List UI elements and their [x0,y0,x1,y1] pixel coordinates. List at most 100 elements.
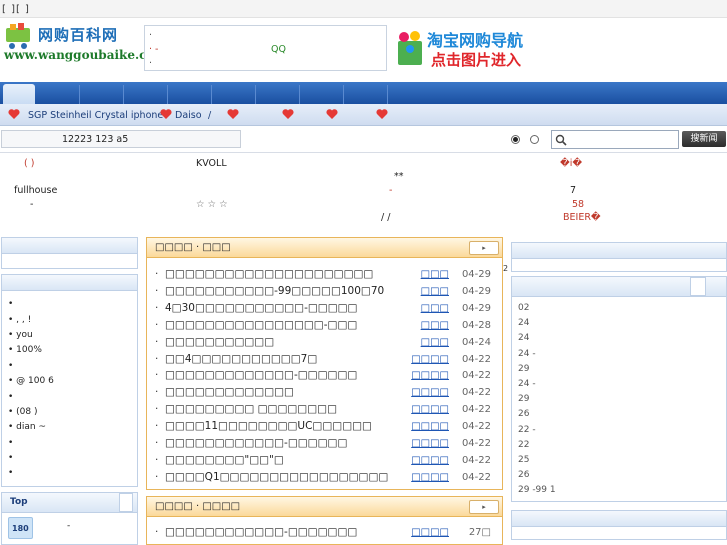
search-news-button[interactable]: 搜新闻 [682,131,726,147]
news-row[interactable]: · □□□□□□□□□□□ □□□ 04-24 [155,335,495,352]
search-input[interactable] [551,130,679,149]
news-row[interactable]: · 4□30□□□□□□□□□□□-□□□□□ □□□ 04-29 [155,301,495,318]
news-panel-1-more-button[interactable]: ▸ [469,241,499,255]
news-title[interactable]: □□□□□□□□□□□□□□□□□□□□□ [165,268,373,280]
right-line[interactable]: 29 [518,394,529,404]
right-line[interactable]: 24 - [518,349,536,359]
news-row[interactable]: · □□4□□□□□□□□□□□7□ □□□□ 04-22 [155,352,495,369]
news-row[interactable]: · □□□□□□□□□ □□□□□□□□ □□□□ 04-22 [155,402,495,419]
top-links[interactable]: [ ][ ] [2,4,30,15]
news-title[interactable]: □□□□□□□□"□□"□ [165,454,284,466]
info-r1c2[interactable]: KVOLL [196,158,227,169]
left-line[interactable]: • 100% [8,345,42,355]
news-source[interactable]: □□□□ [411,455,449,466]
news-title[interactable]: 4□30□□□□□□□□□□□-□□□□□ [165,302,357,314]
left-line[interactable]: • [8,299,13,309]
left-line[interactable]: • , , ! [8,315,31,325]
info-r1c1[interactable]: ( ) [24,158,34,169]
news-title[interactable]: □□□□□□□□□□□□□ [165,386,294,398]
right-line[interactable]: 26 [518,470,529,480]
left-line[interactable]: • @ 100 6 [8,376,54,386]
news-source[interactable]: □□□ [421,303,449,314]
news-source[interactable]: □□□ [421,337,449,348]
news-source[interactable]: □□□□ [411,404,449,415]
news-title[interactable]: □□□□Q1□□□□□□□□□□□□□□□□□ [165,471,388,483]
subnav-item-daiso[interactable]: Daiso [175,110,202,121]
info-r3c2[interactable]: - [389,185,392,196]
info-r4c1[interactable]: - [30,199,33,210]
news-title[interactable]: □□□□□□□□□□□□-□□□□□□□ [165,526,357,538]
news-row[interactable]: · □□□□□□□□□□□□□-□□□□□□ □□□□ 04-22 [155,368,495,385]
news-row[interactable]: · □□□□□□□□□□□-99□□□□□100□70 □□□ 04-29 [155,284,495,301]
news-row[interactable]: · □□□□Q1□□□□□□□□□□□□□□□□□ □□□□ 04-22 [155,470,495,487]
nav-tab[interactable] [256,85,300,104]
right-line[interactable]: 24 [518,318,529,328]
nav-tab[interactable] [300,85,344,104]
right-line[interactable]: 29 -99 1 [518,485,556,495]
news-title[interactable]: □□□□□□□□□□□-99□□□□□100□70 [165,285,384,297]
news-row[interactable]: · □□□□□□□□□□□□□□□□□□□□□ □□□ 04-29 [155,267,495,284]
right-line[interactable]: 22 [518,440,529,450]
right-line[interactable]: 29 [518,364,529,374]
top-panel-tab[interactable] [119,493,133,512]
notice-line-2[interactable]: · - [149,44,158,55]
right-line[interactable]: 26 [518,409,529,419]
info-r3c1[interactable]: fullhouse [14,185,57,196]
news-row[interactable]: · □□□□11□□□□□□□□UC□□□□□□ □□□□ 04-22 [155,419,495,436]
right-line[interactable]: 24 - [518,379,536,389]
news-source[interactable]: □□□□ [411,527,449,538]
info-r3c3[interactable]: 7 [570,185,576,196]
news-source[interactable]: □□□□ [411,354,449,365]
left-line[interactable]: • [8,392,13,402]
left-line[interactable]: • (08 ) [8,407,38,417]
news-source[interactable]: □□□□ [411,387,449,398]
left-line[interactable]: • you [8,330,33,340]
news-source[interactable]: □□□□ [411,438,449,449]
nav-tab[interactable] [344,85,388,104]
news-panel-2-more-button[interactable]: ▸ [469,500,499,514]
left-line[interactable]: • [8,438,13,448]
qq-link[interactable]: QQ [271,44,286,55]
news-title[interactable]: □□□□□□□□□□□□□□□□-□□□ [165,319,357,331]
info-r4c3[interactable]: 58 [572,199,584,210]
nav-tab[interactable] [168,85,212,104]
search-radio-2[interactable] [530,135,539,144]
news-title[interactable]: □□□□□□□□□□□□□-□□□□□□ [165,369,357,381]
news-title[interactable]: □□□□11□□□□□□□□UC□□□□□□ [165,420,372,432]
news-source[interactable]: □□□□ [411,472,449,483]
news-title[interactable]: □□□□□□□□□□□ [165,336,274,348]
left-line[interactable]: • [8,361,13,371]
news-title[interactable]: □□□□□□□□□ □□□□□□□□ [165,403,337,415]
news-source[interactable]: □□□ [421,286,449,297]
left-line[interactable]: • [8,468,13,478]
news-row[interactable]: · □□□□□□□□□□□□-□□□□□□□ □□□□ 27□ [155,525,495,542]
news-source[interactable]: □□□□ [411,370,449,381]
rank-badge[interactable]: 180 [8,517,33,539]
news-row[interactable]: · □□□□□□□□□□□□-□□□□□□ □□□□ 04-22 [155,436,495,453]
info-r1c3[interactable]: �i� [560,158,582,169]
taobao-banner[interactable]: 淘宝网购导航 点击图片进入 [393,25,546,71]
news-title[interactable]: □□□□□□□□□□□□-□□□□□□ [165,437,347,449]
nav-tab[interactable] [124,85,168,104]
right-panel-2-tab[interactable] [690,277,706,296]
nav-tab[interactable] [36,85,80,104]
left-line[interactable]: • [8,453,13,463]
nav-tab-home[interactable] [3,84,35,104]
right-line[interactable]: 22 - [518,425,536,435]
news-row[interactable]: · □□□□□□□□□□□□□ □□□□ 04-22 [155,385,495,402]
right-line[interactable]: 24 [518,333,529,343]
news-row[interactable]: · □□□□□□□□□□□□□□□□-□□□ □□□ 04-28 [155,318,495,335]
news-row[interactable]: · □□□□□□□□"□□"□ □□□□ 04-22 [155,453,495,470]
nav-tab[interactable] [80,85,124,104]
right-line[interactable]: 02 [518,303,529,313]
news-source[interactable]: □□□□ [411,421,449,432]
search-radio-1[interactable] [511,135,520,144]
right-line[interactable]: 25 [518,455,529,465]
info-r5c3[interactable]: BEIER� [563,212,601,223]
news-source[interactable]: □□□ [421,269,449,280]
news-title[interactable]: □□4□□□□□□□□□□□7□ [165,353,317,365]
nav-tab[interactable] [212,85,256,104]
news-source[interactable]: □□□ [421,320,449,331]
subnav-item-sgp[interactable]: SGP Steinheil Crystal iphone [28,110,163,121]
left-line[interactable]: • dian ~ [8,422,46,432]
